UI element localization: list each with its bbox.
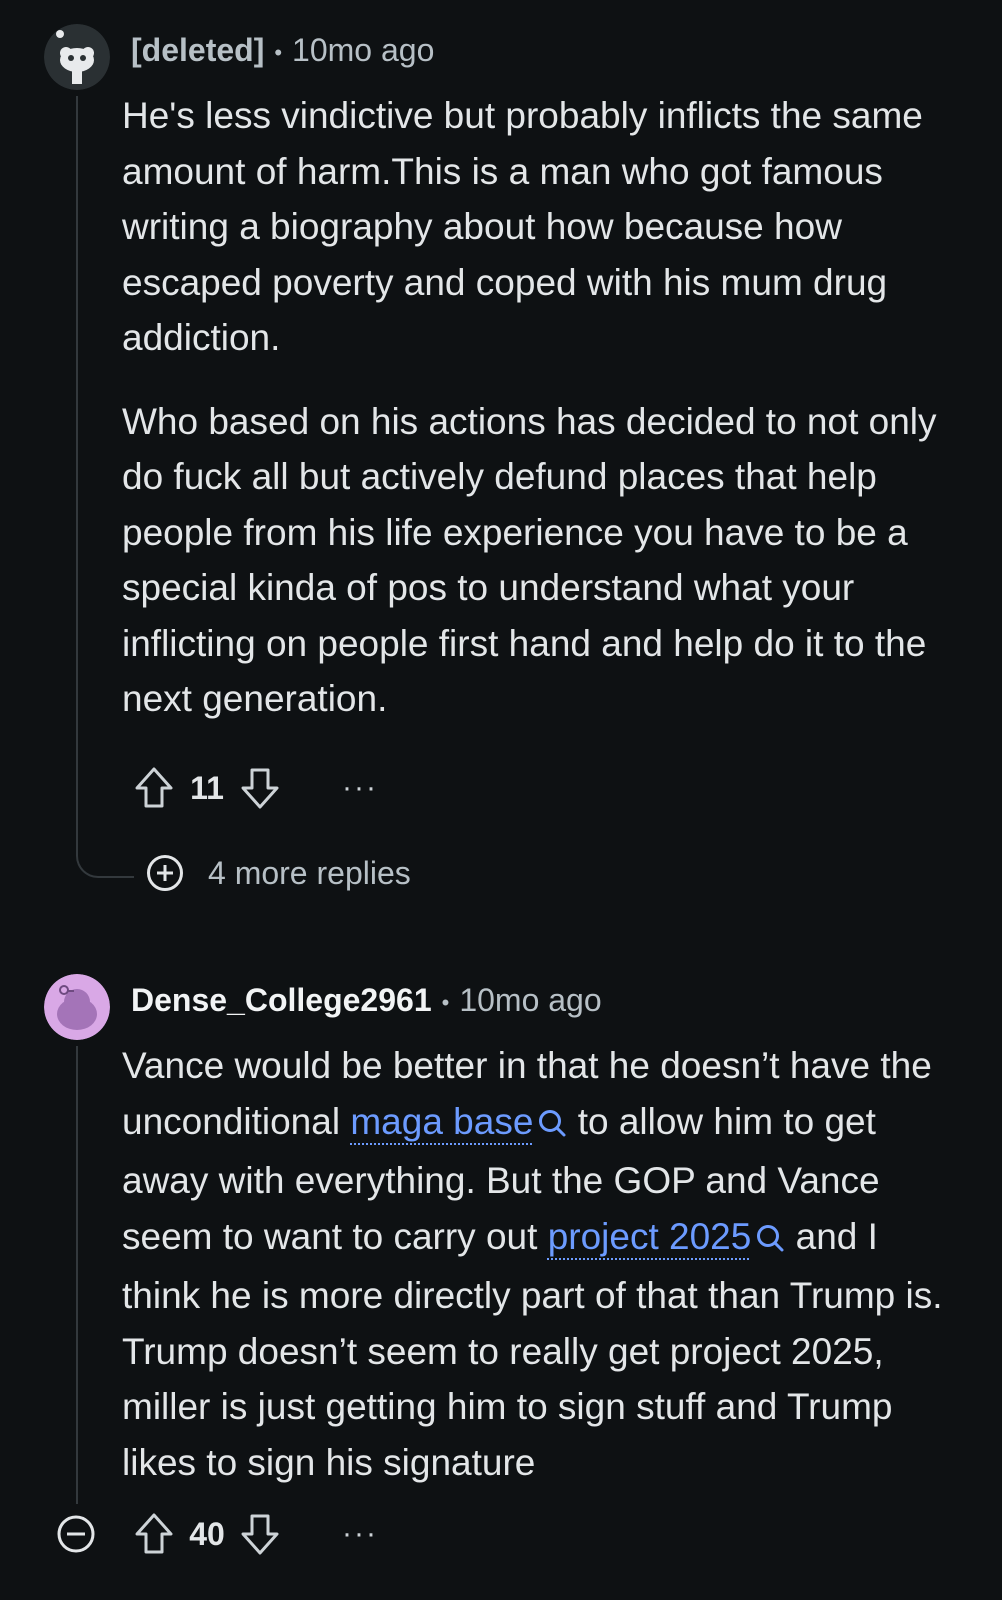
avatar-deleted[interactable] [44,24,110,90]
comment-paragraph: Vance would be better in that he doesn’t… [122,1038,952,1490]
more-replies-button[interactable]: 4 more replies [146,854,411,892]
comment-time: 10mo ago [459,982,602,1018]
comment-body: Vance would be better in that he doesn’t… [122,1038,952,1490]
more-options-icon[interactable]: ··· [342,1519,378,1549]
plus-circle-icon [147,855,183,891]
more-replies-label: 4 more replies [208,854,411,891]
comment-body: He's less vindictive but probably inflic… [122,88,952,727]
meta-separator: • [441,989,450,1015]
upvote-icon[interactable] [132,764,176,812]
search-link-label: project 2025 [547,1215,752,1257]
comment-author[interactable]: Dense_College2961 [131,982,432,1018]
more-options-icon[interactable]: ··· [342,773,378,803]
comment-meta: [deleted] • 10mo ago [131,30,434,73]
search-icon [755,1213,785,1269]
comment-author[interactable]: [deleted] [131,32,264,68]
collapse-thread-icon[interactable] [56,1514,96,1559]
downvote-icon[interactable] [238,1510,282,1558]
vote-score: 40 [189,1515,225,1552]
vote-score: 11 [190,769,224,806]
thread-line[interactable] [76,1046,78,1504]
comment-actions: 11 ··· [132,764,378,812]
comment-paragraph: Who based on his actions has decided to … [122,400,937,720]
comment-meta: Dense_College2961 • 10mo ago [131,980,602,1023]
comment-actions: 40 ··· [132,1510,378,1558]
avatar-dense-college[interactable] [44,974,110,1040]
thread-connector [76,846,134,878]
comment-paragraph: He's less vindictive but probably inflic… [122,95,923,358]
search-link-project-2025[interactable]: project 2025 [548,1216,786,1257]
meta-separator: • [274,39,283,65]
search-link-maga-base[interactable]: maga base [350,1101,567,1142]
search-icon [537,1098,567,1154]
upvote-icon[interactable] [132,1510,176,1558]
comment-time: 10mo ago [292,32,435,68]
thread-line[interactable] [76,96,78,850]
search-link-label: maga base [350,1100,534,1142]
downvote-icon[interactable] [238,764,282,812]
